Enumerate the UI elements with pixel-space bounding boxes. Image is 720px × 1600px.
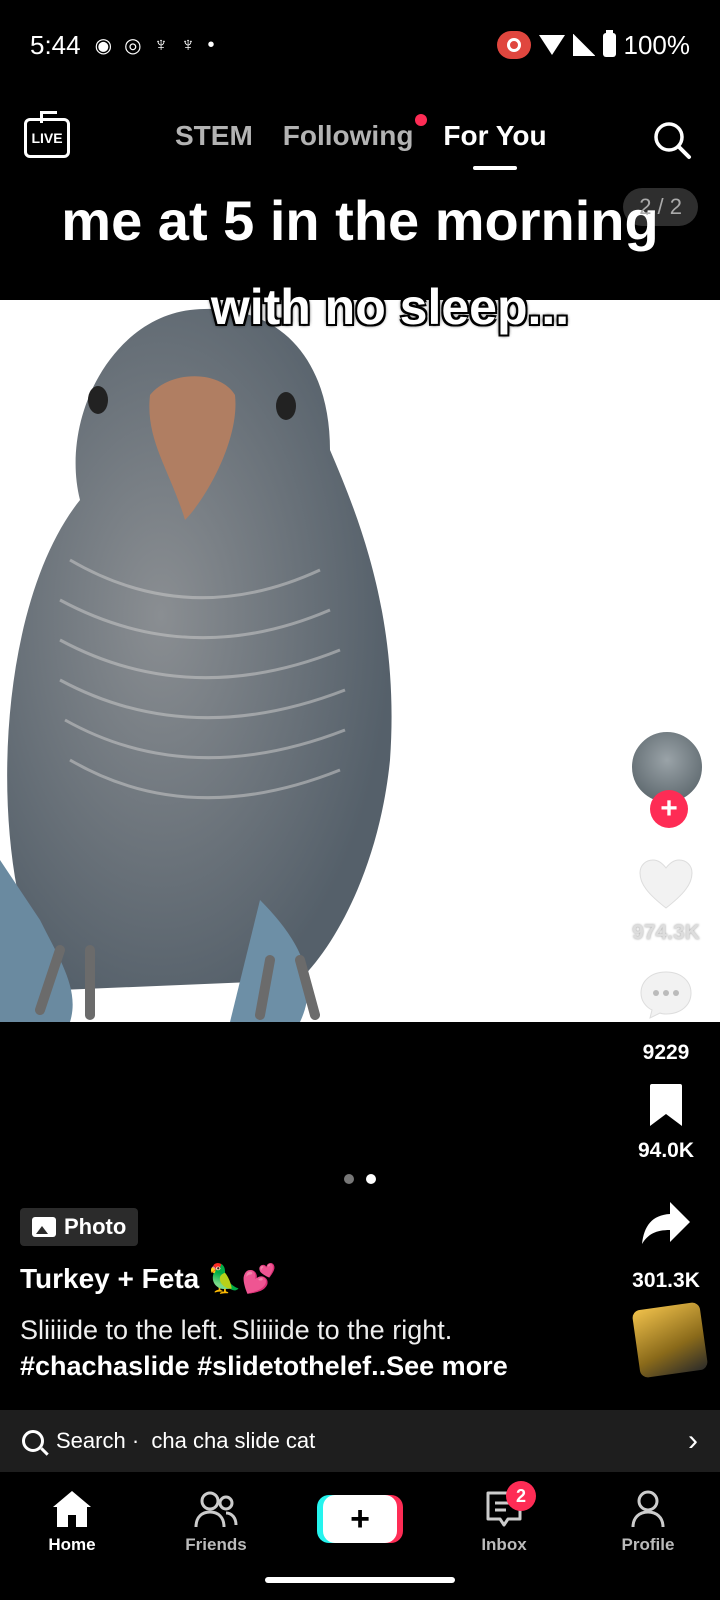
battery-percent: 100% bbox=[623, 29, 691, 60]
playstation-icon: ♆ bbox=[180, 33, 196, 56]
follow-button[interactable]: + bbox=[650, 790, 688, 828]
save-button[interactable]: 94.0K bbox=[626, 1082, 706, 1163]
post-description[interactable]: Sliiiide to the left. Sliiiide to the ri… bbox=[20, 1312, 620, 1384]
nav-inbox-label: Inbox bbox=[481, 1535, 527, 1554]
search-query: cha cha slide cat bbox=[151, 1428, 316, 1453]
tab-for-you[interactable]: For You bbox=[443, 120, 547, 170]
caption-line-2: with no sleep... bbox=[210, 279, 570, 335]
instagram-icon: ◎ bbox=[124, 34, 142, 57]
battery-icon bbox=[602, 30, 616, 57]
bookmark-icon bbox=[650, 1084, 682, 1126]
photo-type-label: Photo bbox=[64, 1214, 127, 1239]
like-button[interactable]: 974.3K bbox=[626, 858, 706, 945]
gesture-home-bar[interactable] bbox=[265, 1577, 455, 1583]
new-content-dot bbox=[415, 114, 428, 126]
feed-top-nav: LIVE STEM Following For You bbox=[0, 108, 720, 178]
nav-profile[interactable]: Profile bbox=[588, 1487, 708, 1555]
notification-icons: ◉ ◎ ♆ ♆ • bbox=[95, 33, 215, 58]
bottom-nav: Home Friends + Inbox 2 Profile bbox=[0, 1472, 720, 1570]
create-plus-icon: + bbox=[323, 1495, 397, 1543]
live-label: LIVE bbox=[31, 130, 63, 146]
more-dot-icon: • bbox=[207, 33, 215, 56]
share-arrow-icon bbox=[642, 1202, 690, 1244]
heart-icon bbox=[639, 859, 693, 909]
like-count: 974.3K bbox=[632, 921, 700, 944]
chevron-right-icon: › bbox=[688, 1424, 698, 1457]
wifi-icon bbox=[538, 35, 565, 55]
profile-icon bbox=[631, 1490, 665, 1528]
photo-counter: 2 / 2 bbox=[623, 188, 698, 226]
nav-home-label: Home bbox=[48, 1535, 96, 1554]
hashtags[interactable]: #chachaslide #slidetothelef.. bbox=[20, 1351, 386, 1381]
photo-type-badge: Photo bbox=[20, 1208, 139, 1246]
status-bar: 5:44 ◉ ◎ ♆ ♆ • 100% bbox=[0, 0, 720, 90]
comment-count: 9229 bbox=[642, 1041, 690, 1064]
creator-username[interactable]: Turkey + Feta 🦜💕 bbox=[20, 1262, 277, 1295]
pager-dot-active bbox=[366, 1174, 376, 1184]
nav-create[interactable]: + bbox=[300, 1495, 420, 1545]
status-time: 5:44 bbox=[30, 29, 81, 60]
see-more-link[interactable]: See more bbox=[386, 1351, 508, 1381]
nav-inbox[interactable]: Inbox 2 bbox=[444, 1481, 564, 1555]
nav-profile-label: Profile bbox=[621, 1535, 675, 1554]
record-notification-icon: ◉ bbox=[94, 34, 113, 57]
save-count: 94.0K bbox=[637, 1139, 695, 1162]
live-tv-icon[interactable]: LIVE bbox=[24, 118, 70, 158]
comment-count-wrap: 9229 bbox=[626, 1035, 706, 1065]
feed-tabs: STEM Following For You bbox=[175, 114, 547, 170]
tab-following[interactable]: Following bbox=[282, 114, 428, 152]
nav-home[interactable]: Home bbox=[12, 1487, 132, 1555]
parrot-image bbox=[0, 308, 392, 1022]
sound-disc[interactable] bbox=[631, 1301, 709, 1379]
cellular-signal-icon bbox=[573, 34, 595, 56]
home-icon bbox=[53, 1491, 91, 1527]
description-text: Sliiiide to the left. Sliiiide to the ri… bbox=[20, 1315, 453, 1345]
screen-record-icon bbox=[496, 31, 531, 59]
comment-bubble-icon bbox=[640, 971, 692, 1019]
share-button[interactable]: 301.3K bbox=[626, 1200, 706, 1293]
pager-dot bbox=[344, 1174, 354, 1184]
tab-stem[interactable]: STEM bbox=[175, 120, 253, 152]
search-suggestion-bar[interactable]: Search · cha cha slide cat › bbox=[0, 1410, 720, 1472]
photo-pager bbox=[344, 1174, 376, 1184]
post-photo[interactable] bbox=[0, 300, 720, 1022]
nav-friends-label: Friends bbox=[185, 1535, 247, 1554]
playstation-icon: ♆ bbox=[153, 33, 169, 56]
caption-line-1: me at 5 in the morning bbox=[61, 189, 659, 252]
share-count: 301.3K bbox=[632, 1269, 700, 1292]
tab-following-label: Following bbox=[282, 120, 414, 151]
search-icon[interactable] bbox=[652, 120, 692, 160]
search-prefix: Search · bbox=[56, 1428, 140, 1453]
inbox-badge: 2 bbox=[506, 1481, 536, 1511]
friends-icon bbox=[194, 1491, 238, 1528]
nav-friends[interactable]: Friends bbox=[156, 1487, 276, 1555]
comment-button[interactable] bbox=[626, 968, 706, 1025]
image-icon bbox=[32, 1217, 56, 1237]
search-icon bbox=[22, 1430, 44, 1452]
